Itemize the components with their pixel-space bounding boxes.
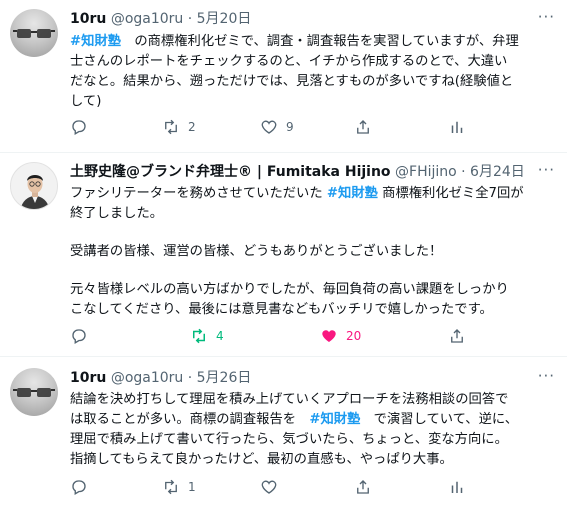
text-line: こなしてくださり、最後には意見書などもバッチリで嬉しかったです。 (70, 302, 493, 317)
text-line: 受講者の皆様、運営の皆様、どうもありがとうございました！ (70, 244, 443, 259)
retweet-icon (165, 479, 177, 495)
text-line: して) (70, 94, 102, 109)
like-button[interactable]: 9 (260, 118, 294, 136)
heart-icon (261, 120, 277, 134)
more-options-button[interactable]: ··· (538, 8, 555, 26)
reply-icon (72, 329, 86, 344)
handle-and-date[interactable]: @oga10ru · 5月26日 (111, 370, 252, 386)
analytics-button[interactable] (448, 118, 466, 136)
text-line: 理屈で積み上げて書いて行ったら、気づいたら、ちょっと、変な方向に。 (70, 432, 508, 447)
text-line: 士さんのレポートをチェックするのと、イチから作成するのとで、大違い (70, 54, 508, 69)
retweet-count: 4 (216, 329, 224, 343)
action-bar: 2 9 (70, 118, 540, 138)
glasses-icon (13, 29, 55, 38)
action-bar: 4 20 (70, 327, 540, 347)
text-line: 終了しました。 (70, 206, 164, 221)
hashtag-link[interactable]: #知財塾 (70, 34, 121, 49)
more-options-button[interactable]: ··· (538, 161, 555, 179)
tweet-text: #知財塾 の商標権利化ゼミで、調査・調査報告を実習していますが、弁理 士さんのレ… (70, 32, 556, 112)
person-portrait-icon (20, 175, 50, 209)
text-line: 指摘してもらえて良かったけど、最初の直感も、やっぱり大事。 (70, 452, 453, 467)
share-icon (357, 120, 369, 134)
text-line: 元々皆様レベルの高い方ばかりでしたが、毎回負荷の高い課題をしっかり (70, 282, 509, 297)
handle-and-date[interactable]: @FHijino · 6月24日 (395, 164, 525, 180)
glasses-icon (13, 388, 55, 397)
text-line: は取ることが多い。商標の調査報告を #知財塾 で演習していて、逆に、 (70, 412, 519, 427)
more-options-button[interactable]: ··· (538, 367, 555, 385)
action-bar: 1 (70, 478, 540, 498)
retweet-button[interactable]: 2 (162, 118, 196, 136)
paragraph-break (70, 262, 556, 280)
share-icon (357, 480, 369, 494)
tweet-text: 結論を決め打ちして理屈を積み上げていくアプローチを法務相談の回答で は取ることが… (70, 390, 556, 470)
analytics-icon (451, 481, 463, 493)
share-icon (451, 329, 463, 343)
text-line: ファシリテーターを務めさせていただいた #知財塾 商標権利化ゼミ全7回が (70, 186, 524, 201)
handle-and-date[interactable]: @oga10ru · 5月20日 (111, 11, 252, 27)
avatar[interactable] (10, 368, 58, 416)
retweet-button[interactable]: 4 (190, 327, 224, 345)
reply-icon (72, 480, 86, 495)
like-count: 20 (346, 329, 362, 343)
heart-icon (261, 480, 277, 494)
text-line: #知財塾 の商標権利化ゼミで、調査・調査報告を実習していますが、弁理 (70, 34, 519, 49)
analytics-button[interactable] (448, 478, 466, 496)
share-button[interactable] (354, 118, 372, 136)
avatar[interactable] (10, 162, 58, 210)
reply-icon (72, 120, 86, 135)
text-line: だなと。結果から、遡っただけでは、見落とすものが多いですね(経験値と (70, 74, 514, 89)
share-button[interactable] (354, 478, 372, 496)
retweet-button[interactable]: 1 (162, 478, 196, 496)
hashtag-link[interactable]: #知財塾 (309, 412, 360, 427)
avatar[interactable] (10, 9, 58, 57)
retweet-count: 2 (188, 120, 196, 134)
retweet-count: 1 (188, 480, 196, 494)
tweet[interactable]: 10ru @oga10ru · 5月20日 ··· #知財塾 の商標権利化ゼミで… (0, 0, 567, 152)
hashtag-link[interactable]: #知財塾 (327, 186, 378, 201)
heart-filled-icon (322, 330, 336, 342)
tweet-header: 10ru @oga10ru · 5月20日 (70, 10, 251, 28)
reply-button[interactable] (70, 327, 96, 345)
like-button[interactable] (260, 478, 286, 496)
display-name[interactable]: 10ru (70, 11, 106, 27)
retweet-icon (165, 119, 177, 135)
tweet[interactable]: 10ru @oga10ru · 5月26日 ··· 結論を決め打ちして理屈を積み… (0, 357, 567, 507)
like-count: 9 (286, 120, 294, 134)
tweet-text: ファシリテーターを務めさせていただいた #知財塾 商標権利化ゼミ全7回が 終了し… (70, 184, 556, 320)
paragraph-break (70, 224, 556, 242)
tweet[interactable]: 土野史隆@ブランド弁理士® | Fumitaka Hijino @FHijino… (0, 152, 567, 357)
display-name[interactable]: 10ru (70, 370, 106, 386)
analytics-icon (451, 121, 463, 133)
retweet-icon (193, 328, 205, 344)
reply-button[interactable] (70, 118, 96, 136)
tweet-header: 土野史隆@ブランド弁理士® | Fumitaka Hijino @FHijino… (70, 163, 525, 181)
like-button[interactable]: 20 (320, 327, 361, 345)
text-line: 結論を決め打ちして理屈を積み上げていくアプローチを法務相談の回答で (70, 392, 509, 407)
reply-button[interactable] (70, 478, 96, 496)
tweet-header: 10ru @oga10ru · 5月26日 (70, 369, 251, 387)
share-button[interactable] (448, 327, 466, 345)
display-name[interactable]: 土野史隆@ブランド弁理士® | Fumitaka Hijino (70, 164, 391, 180)
